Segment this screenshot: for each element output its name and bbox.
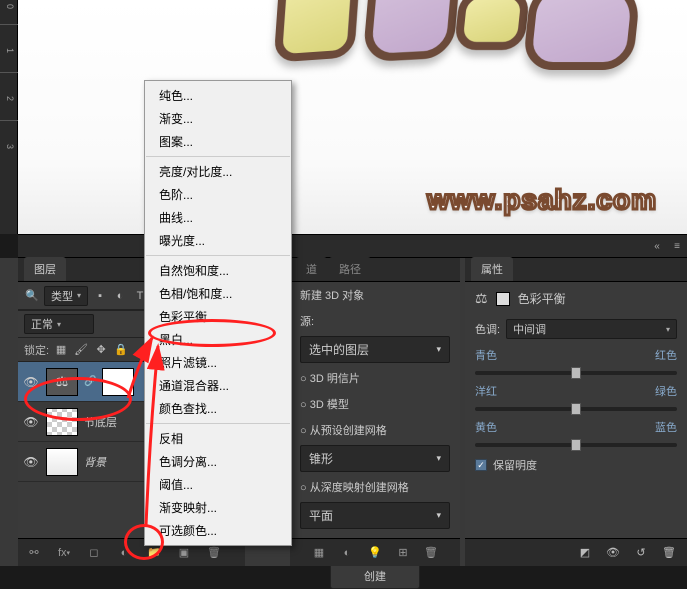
visibility-toggle-icon[interactable]: 👁 xyxy=(22,453,40,471)
adjustment-context-menu: 纯色...渐变...图案... 亮度/对比度...色阶...曲线...曝光度...… xyxy=(144,80,292,546)
mask-icon[interactable]: ◻ xyxy=(86,545,102,561)
menu-item[interactable]: 自然饱和度... xyxy=(145,259,291,282)
blend-mode-select[interactable]: 正常▾ xyxy=(24,314,94,334)
layer-thumb[interactable] xyxy=(46,408,78,436)
yellow-blue-slider[interactable] xyxy=(475,443,677,447)
3d-icon-3[interactable]: 💡 xyxy=(367,545,383,561)
layer-name[interactable]: 节底层 xyxy=(84,414,117,430)
menu-item[interactable]: 色彩平衡... xyxy=(145,305,291,328)
3d-panel: 道 路径 新建 3D 对象 源: 选中的图层▾ ○ 3D 明信片 ○ 3D 模型… xyxy=(290,258,460,566)
filter-type-select[interactable]: 类型▾ xyxy=(44,286,88,306)
menu-icon[interactable]: ≡ xyxy=(667,237,687,255)
3d-icon-1[interactable]: ▦ xyxy=(311,545,327,561)
mask-indicator-icon xyxy=(496,292,510,306)
preset-select[interactable]: 锥形▾ xyxy=(300,445,450,472)
menu-item[interactable]: 渐变映射... xyxy=(145,496,291,519)
watermark-text: www.psahz.com xyxy=(427,184,657,216)
trash-icon[interactable]: 🗑 xyxy=(661,545,677,561)
cyan-red-slider[interactable] xyxy=(475,371,677,375)
menu-item[interactable]: 色相/饱和度... xyxy=(145,282,291,305)
menu-item[interactable]: 可选颜色... xyxy=(145,519,291,542)
properties-panel: 属性 ⚖ 色彩平衡 色调: 中间调▾ 青色红色 洋红绿色 黄色蓝色 ✓保留明度 … xyxy=(465,258,687,566)
slider-right-label: 红色 xyxy=(655,347,677,363)
new-3d-heading: 新建 3D 对象 xyxy=(290,282,460,308)
tab-paths[interactable]: 路径 xyxy=(329,257,371,281)
mask-thumb[interactable] xyxy=(102,368,134,396)
document-canvas[interactable]: www.psahz.com xyxy=(18,0,687,234)
menu-item[interactable]: 纯色... xyxy=(145,84,291,107)
slider-left-label: 青色 xyxy=(475,347,497,363)
menu-item[interactable]: 色调分离... xyxy=(145,450,291,473)
tab-layers[interactable]: 图层 xyxy=(24,257,66,281)
view-prev-icon[interactable]: 👁 xyxy=(605,545,621,561)
properties-title: 色彩平衡 xyxy=(518,290,566,307)
menu-item[interactable]: 照片滤镜... xyxy=(145,351,291,374)
layer-thumb[interactable] xyxy=(46,448,78,476)
layer-name[interactable]: 背景 xyxy=(84,454,106,470)
fx-icon[interactable]: fx▾ xyxy=(56,545,72,561)
menu-item[interactable]: 反相 xyxy=(145,427,291,450)
slider-right-label: 蓝色 xyxy=(655,419,677,435)
menu-item[interactable]: 颜色查找... xyxy=(145,397,291,420)
filter-pixel-icon[interactable]: ▪ xyxy=(92,288,108,304)
radio-postcard[interactable]: ○ 3D 明信片 xyxy=(290,365,460,391)
radio-depth[interactable]: ○ 从深度映射创建网格 xyxy=(290,474,460,500)
menu-item[interactable]: 黑白... xyxy=(145,328,291,351)
link-icon: 🔗 xyxy=(84,376,96,387)
3d-icon-2[interactable]: ◐ xyxy=(339,545,355,561)
menu-item[interactable]: 图案... xyxy=(145,130,291,153)
lock-label: 锁定: xyxy=(24,342,49,358)
search-icon[interactable]: 🔍 xyxy=(24,288,40,304)
panel-tab-strip: « ≡ xyxy=(18,234,687,258)
visibility-toggle-icon[interactable]: 👁 xyxy=(22,373,40,391)
clip-icon[interactable]: ◩ xyxy=(577,545,593,561)
tab-properties[interactable]: 属性 xyxy=(471,257,513,281)
lock-transparent-icon[interactable]: ▦ xyxy=(53,342,69,358)
visibility-toggle-icon[interactable]: 👁 xyxy=(22,413,40,431)
create-button[interactable]: 创建 xyxy=(330,563,420,589)
lock-all-icon[interactable]: 🔒 xyxy=(113,342,129,358)
filter-adj-icon[interactable]: ◐ xyxy=(112,288,128,304)
tone-select[interactable]: 中间调▾ xyxy=(506,319,677,339)
menu-item[interactable]: 渐变... xyxy=(145,107,291,130)
lock-move-icon[interactable]: ✥ xyxy=(93,342,109,358)
trash-icon[interactable]: 🗑 xyxy=(206,545,222,561)
3d-icon-4[interactable]: ⊞ xyxy=(395,545,411,561)
menu-item[interactable]: 曝光度... xyxy=(145,229,291,252)
menu-item[interactable]: 亮度/对比度... xyxy=(145,160,291,183)
preserve-luminosity-checkbox[interactable]: ✓保留明度 xyxy=(465,451,687,479)
radio-model[interactable]: ○ 3D 模型 xyxy=(290,391,460,417)
depth-select[interactable]: 平面▾ xyxy=(300,502,450,529)
folder-icon[interactable]: 📁 xyxy=(146,545,162,561)
trash-icon[interactable]: 🗑 xyxy=(423,545,439,561)
new-layer-icon[interactable]: ▣ xyxy=(176,545,192,561)
link-layers-icon[interactable]: ⚯ xyxy=(26,545,42,561)
menu-item[interactable]: 通道混合器... xyxy=(145,374,291,397)
magenta-green-slider[interactable] xyxy=(475,407,677,411)
lock-brush-icon[interactable]: 🖌 xyxy=(73,342,89,358)
vertical-ruler: 0 1 2 3 xyxy=(0,0,18,234)
balance-icon: ⚖ xyxy=(475,290,488,307)
menu-item[interactable]: 色阶... xyxy=(145,183,291,206)
adjustment-layer-icon[interactable]: ◐ xyxy=(116,545,132,561)
tone-label: 色调: xyxy=(475,321,500,337)
menu-item[interactable]: 曲线... xyxy=(145,206,291,229)
slider-right-label: 绿色 xyxy=(655,383,677,399)
adjustment-thumb[interactable]: ⚖ xyxy=(46,368,78,396)
slider-left-label: 黄色 xyxy=(475,419,497,435)
collapse-icon[interactable]: « xyxy=(647,237,667,255)
reset-icon[interactable]: ↺ xyxy=(633,545,649,561)
source-select[interactable]: 选中的图层▾ xyxy=(300,336,450,363)
source-label: 源: xyxy=(300,316,314,328)
tab-channels[interactable]: 道 xyxy=(296,257,327,281)
menu-item[interactable]: 阈值... xyxy=(145,473,291,496)
radio-preset[interactable]: ○ 从预设创建网格 xyxy=(290,417,460,443)
slider-left-label: 洋红 xyxy=(475,383,497,399)
